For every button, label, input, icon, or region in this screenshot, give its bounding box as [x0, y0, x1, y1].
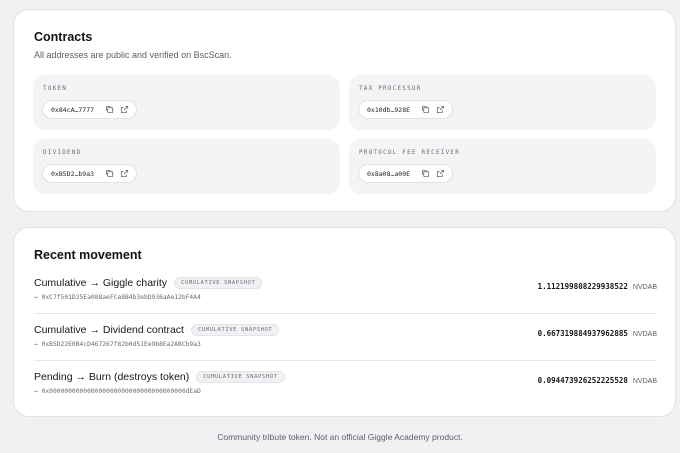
movement-row-title: Cumulative → Giggle charity CUMULATIVE S…	[34, 277, 263, 289]
contract-tile-protocol-fee-receiver: PROTOCOL FEE RECEIVER 0x8a08…a00E	[349, 139, 656, 194]
snapshot-badge: CUMULATIVE SNAPSHOT	[196, 371, 285, 383]
contract-tile-token: TOKEN 0x84cA…7777	[33, 75, 340, 130]
contract-label: PROTOCOL FEE RECEIVER	[359, 149, 461, 156]
movement-label: Cumulative → Dividend contract	[34, 324, 184, 336]
movement-row-title: Cumulative → Dividend contract CUMULATIV…	[34, 324, 280, 336]
footer-disclaimer: Community tribute token. Not an official…	[217, 432, 463, 442]
external-link-icon[interactable]	[434, 104, 446, 116]
address-pill: 0x84cA…7777	[42, 100, 138, 119]
destination-address: → 0xC7f501D25Ea088aeFCa8B4b3ebD936aAe12b…	[34, 294, 201, 301]
movement-amount: 0.667319884937962885 NVDAB	[538, 329, 657, 338]
destination-address: → 0x000000000000000000000000000000000000…	[34, 388, 201, 395]
movement-label: Pending → Burn (destroys token)	[34, 371, 190, 383]
contract-tile-tax-processor: TAX PROCESSOR 0x10db…928E	[349, 75, 656, 130]
amount-value: 1.112199808229938522	[537, 282, 628, 291]
recent-movement-card: Recent movement Cumulative → Giggle char…	[13, 227, 676, 417]
amount-value: 0.094473926252225528	[537, 376, 628, 385]
external-link-icon[interactable]	[118, 168, 130, 180]
contracts-card: Contracts All addresses are public and v…	[13, 9, 676, 212]
amount-unit: NVDAB	[632, 331, 657, 338]
copy-icon[interactable]	[103, 168, 115, 180]
copy-icon[interactable]	[103, 104, 115, 116]
contract-label: DIVIDEND	[43, 149, 82, 156]
external-link-icon[interactable]	[118, 104, 130, 116]
contract-label: TOKEN	[43, 85, 68, 92]
movement-amount: 0.094473926252225528 NVDAB	[538, 376, 657, 385]
row-divider	[34, 313, 657, 314]
contract-address: 0xB5D2…b9a3	[51, 169, 95, 178]
movement-row: Cumulative → Dividend contract CUMULATIV…	[34, 324, 657, 364]
contract-address: 0x10db…928E	[367, 105, 411, 114]
contract-address: 0x8a08…a00E	[367, 169, 411, 178]
address-pill: 0x8a08…a00E	[358, 164, 454, 183]
movement-label: Cumulative → Giggle charity	[34, 277, 168, 289]
contract-tile-dividend: DIVIDEND 0xB5D2…b9a3	[33, 139, 340, 194]
copy-icon[interactable]	[419, 104, 431, 116]
movement-row-title: Pending → Burn (destroys token) CUMULATI…	[34, 371, 285, 383]
contract-label: TAX PROCESSOR	[359, 85, 422, 92]
movement-row: Cumulative → Giggle charity CUMULATIVE S…	[34, 277, 657, 317]
address-pill: 0x10db…928E	[358, 100, 454, 119]
snapshot-badge: CUMULATIVE SNAPSHOT	[174, 277, 263, 289]
row-divider	[34, 360, 657, 361]
address-pill: 0xB5D2…b9a3	[42, 164, 138, 183]
snapshot-badge: CUMULATIVE SNAPSHOT	[190, 324, 280, 336]
movement-title: Recent movement	[34, 248, 142, 262]
amount-unit: NVDAB	[632, 378, 657, 385]
copy-icon[interactable]	[419, 168, 431, 180]
movement-row: Pending → Burn (destroys token) CUMULATI…	[34, 371, 657, 411]
external-link-icon[interactable]	[434, 168, 446, 180]
destination-address: → 0xB5D22E0B4cD467267f82b0d51Ee9b8Ea2ABC…	[34, 341, 201, 348]
amount-value: 0.667319884937962885	[537, 329, 628, 338]
contracts-title: Contracts	[34, 30, 93, 44]
contracts-subtitle: All addresses are public and verified on…	[34, 50, 232, 60]
movement-amount: 1.112199808229938522 NVDAB	[538, 282, 657, 291]
contract-address: 0x84cA…7777	[51, 105, 95, 114]
amount-unit: NVDAB	[632, 284, 657, 291]
